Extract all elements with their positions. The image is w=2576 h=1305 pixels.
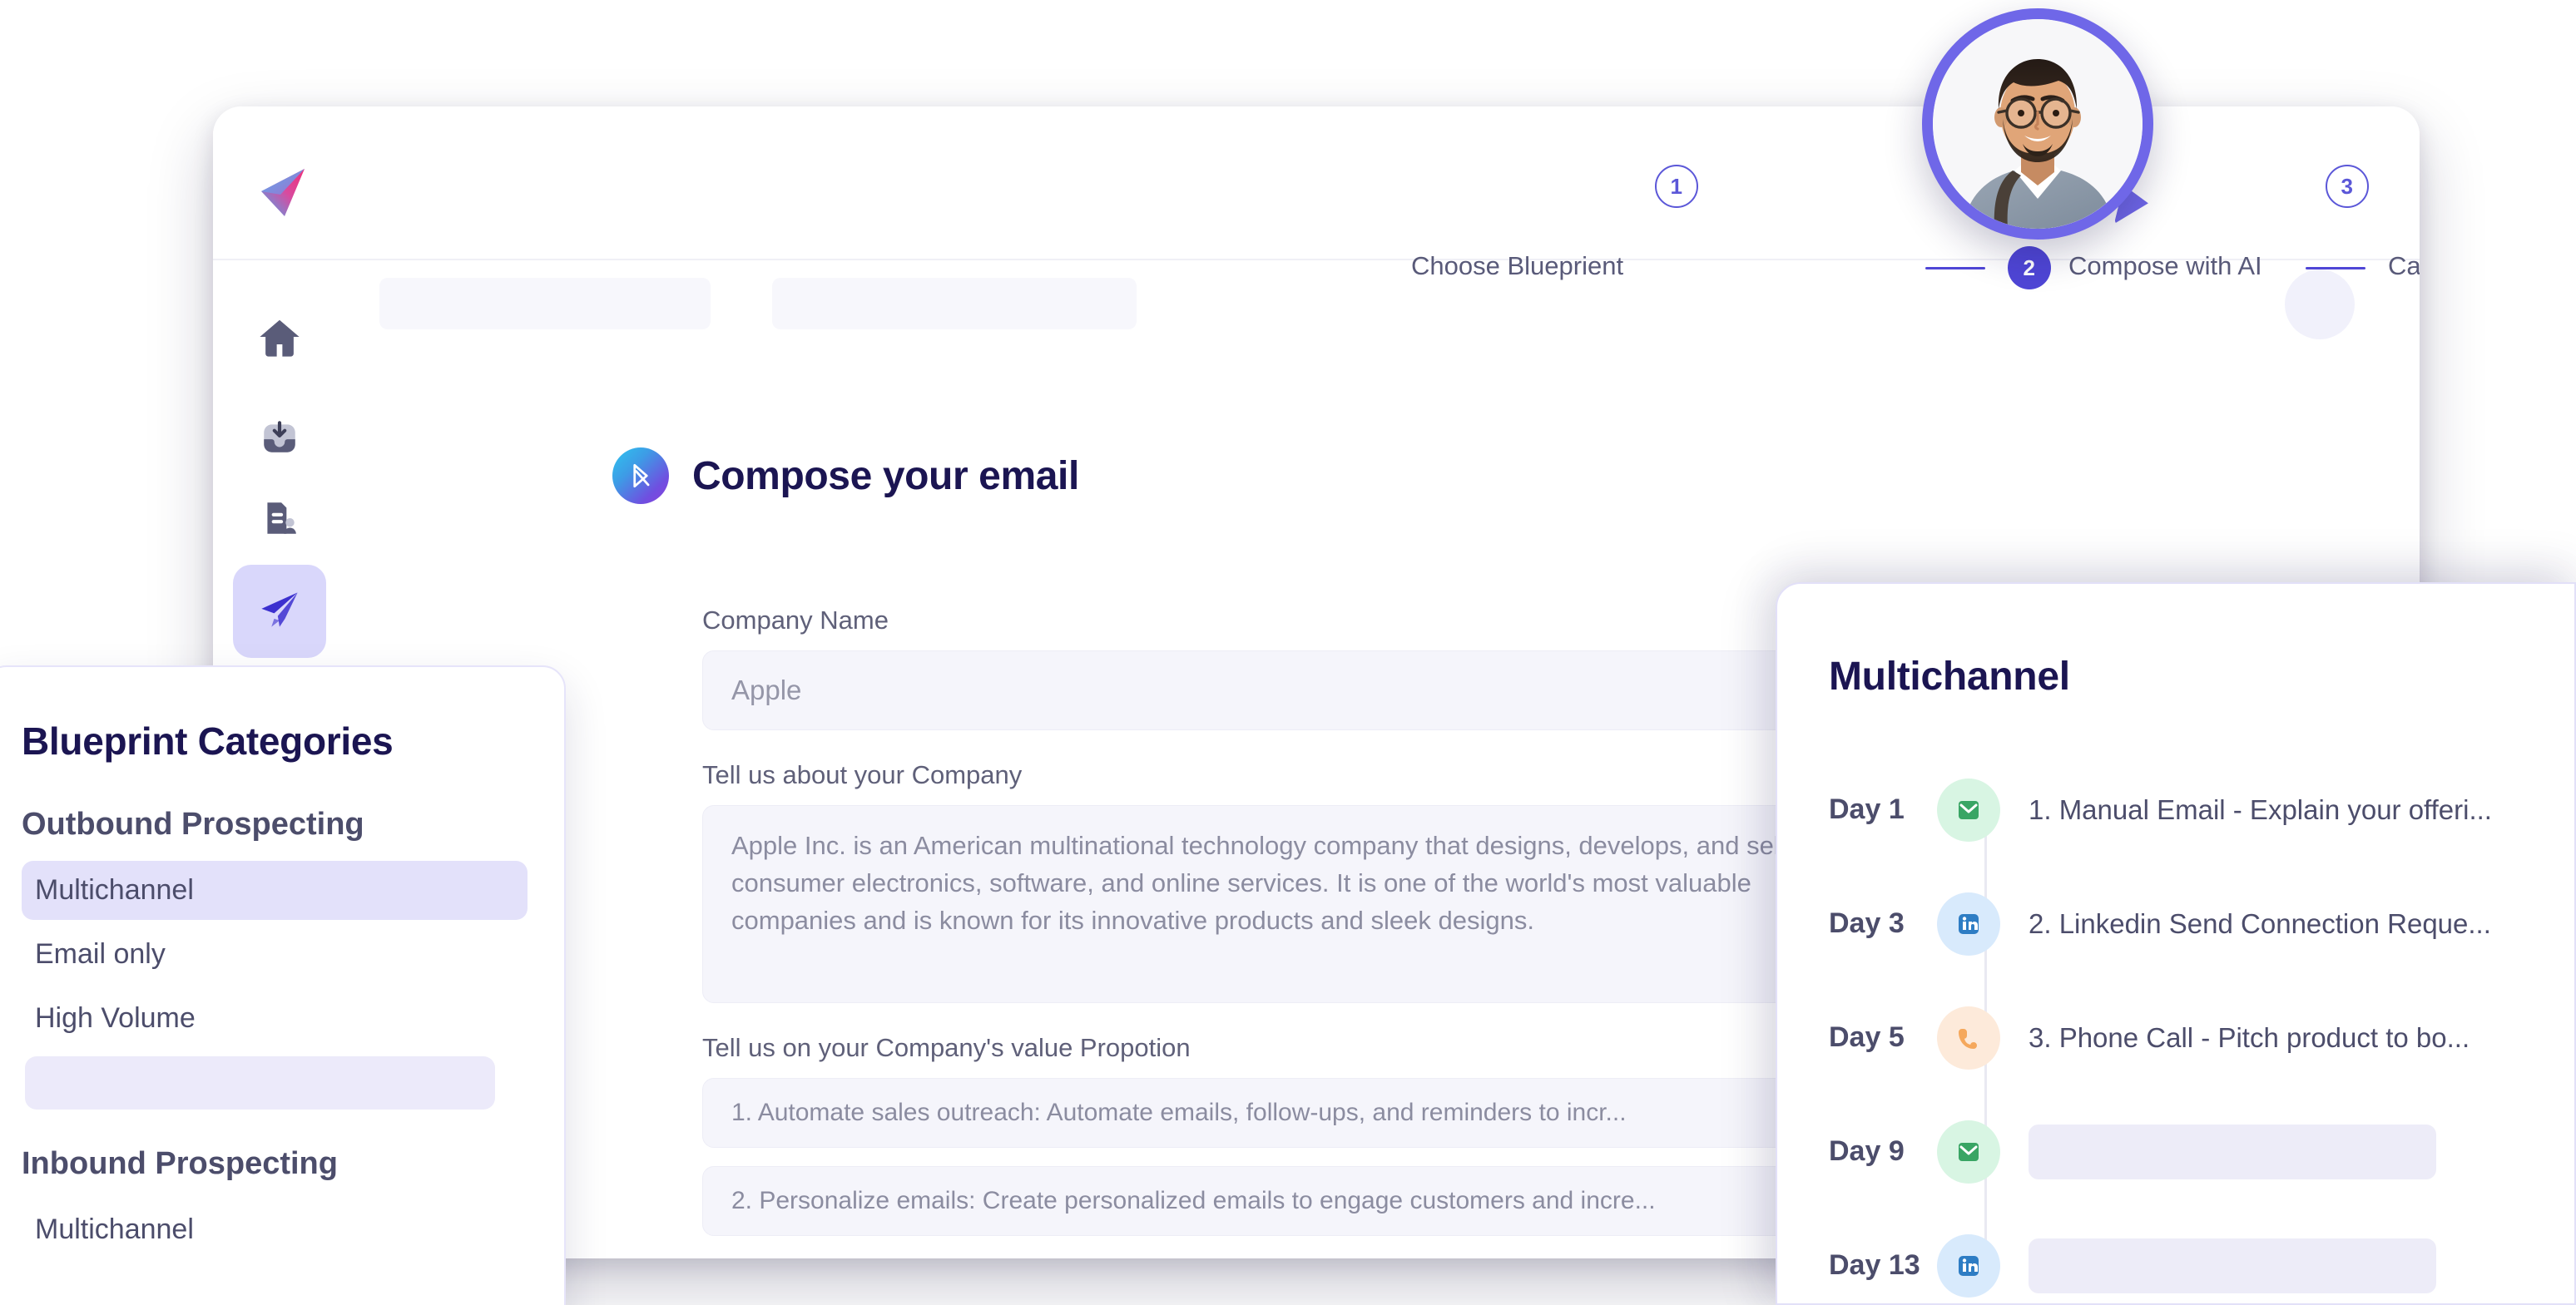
cadence-step-skeleton: [2029, 1124, 2436, 1179]
inbox-icon: [259, 416, 300, 462]
paper-plane-logo-icon[interactable]: [253, 158, 316, 221]
step-2-circle[interactable]: 2: [2008, 246, 2051, 289]
sidebar-item-inbox[interactable]: [233, 392, 326, 485]
topbar-skeleton-1: [379, 278, 711, 329]
blueprint-item-skeleton: [25, 1056, 496, 1110]
value-proposition-label: Tell us on your Company's value Propotio…: [702, 1033, 1191, 1062]
cadence-step-row[interactable]: Day 9: [1829, 1095, 2574, 1209]
home-icon: [257, 314, 302, 363]
sidebar-item-campaigns[interactable]: [233, 565, 326, 658]
value-proposition-item-1[interactable]: 1. Automate sales outreach: Automate ema…: [702, 1078, 1860, 1148]
cadence-step-text: 3. Phone Call - Pitch product to bo...: [2029, 1021, 2470, 1053]
cadence-step-row[interactable]: Day 5 3. Phone Call - Pitch product to b…: [1829, 981, 2574, 1095]
cadence-step-day: Day 9: [1829, 1135, 1905, 1167]
email-icon: [1937, 778, 2000, 842]
blueprint-categories-card: Blueprint Categories Outbound Prospectin…: [0, 665, 566, 1305]
company-name-input[interactable]: Apple: [702, 650, 1860, 730]
page-title: Compose your email: [692, 453, 1079, 498]
step-3-circle[interactable]: 3: [2326, 165, 2369, 208]
linkedin-icon: [1937, 1233, 2000, 1298]
step-3-label[interactable]: Cadence Preview: [2388, 251, 2420, 281]
step-connector-2: [2306, 267, 2365, 269]
cadence-step-day: Day 13: [1829, 1249, 1920, 1281]
send-icon: [258, 588, 301, 635]
blueprint-card-title: Blueprint Categories: [22, 719, 394, 763]
progress-stepper: 1 2 3 Choose Blueprient Compose with AI …: [1411, 165, 2420, 289]
screenshot-stage: 1 2 3 Choose Blueprient Compose with AI …: [0, 0, 2576, 1305]
compose-form: Company Name Apple Tell us about your Co…: [702, 606, 1860, 1258]
blueprint-item-outbound-multichannel[interactable]: Multichannel: [22, 861, 528, 920]
cadence-step-text: 1. Manual Email - Explain your offeri...: [2029, 793, 2492, 825]
contacts-icon: [259, 497, 300, 543]
company-about-label: Tell us about your Company: [702, 760, 1023, 789]
avatar-placeholder-circle[interactable]: [2285, 269, 2355, 339]
email-icon: [1937, 1120, 2000, 1184]
user-photo-avatar: [1933, 19, 2143, 229]
cadence-step-row[interactable]: Day 3 2. Linkedin Send Connection Reque.…: [1829, 867, 2574, 981]
kai-gradient-icon: [612, 447, 669, 504]
linkedin-icon: [1937, 892, 2000, 956]
cadence-step-day: Day 3: [1829, 907, 1905, 939]
user-avatar-bubble[interactable]: [1922, 8, 2153, 240]
cadence-step-day: Day 5: [1829, 1021, 1905, 1053]
step-2-label[interactable]: Compose with AI: [2068, 251, 2262, 281]
phone-icon: [1937, 1006, 2000, 1070]
company-about-textarea[interactable]: Apple Inc. is an American multinational …: [702, 805, 1860, 1003]
step-1-label[interactable]: Choose Blueprient: [1411, 251, 1623, 281]
cadence-step-row[interactable]: Day 1 1. Manual Email - Explain your off…: [1829, 753, 2574, 867]
page-header: Compose your email: [612, 447, 1079, 504]
blueprint-item-outbound-high-volume[interactable]: High Volume: [22, 989, 528, 1048]
cadence-card-title: Multichannel: [1829, 655, 2070, 699]
cadence-step-skeleton: [2029, 1238, 2436, 1293]
cadence-step-row[interactable]: Day 13: [1829, 1209, 2574, 1303]
cadence-step-text: 2. Linkedin Send Connection Reque...: [2029, 907, 2491, 939]
blueprint-group-outbound: Outbound Prospecting: [22, 807, 364, 842]
cadence-step-list: Day 1 1. Manual Email - Explain your off…: [1829, 753, 2574, 1303]
cadence-preview-card: Multichannel Day 1 1. Manual Email - Exp…: [1776, 582, 2576, 1305]
blueprint-group-inbound: Inbound Prospecting: [22, 1146, 338, 1181]
company-name-label: Company Name: [702, 606, 889, 635]
step-connector-1: [1925, 267, 1985, 269]
blueprint-item-outbound-email-only[interactable]: Email only: [22, 925, 528, 984]
blueprint-item-inbound-multichannel[interactable]: Multichannel: [22, 1200, 528, 1259]
cadence-step-day: Day 1: [1829, 793, 1905, 825]
sidebar-item-home[interactable]: [233, 292, 326, 385]
sidebar-item-contacts[interactable]: [233, 473, 326, 566]
topbar-skeleton-2: [772, 278, 1137, 329]
value-proposition-item-2[interactable]: 2. Personalize emails: Create personaliz…: [702, 1166, 1860, 1236]
step-1-circle[interactable]: 1: [1655, 165, 1698, 208]
